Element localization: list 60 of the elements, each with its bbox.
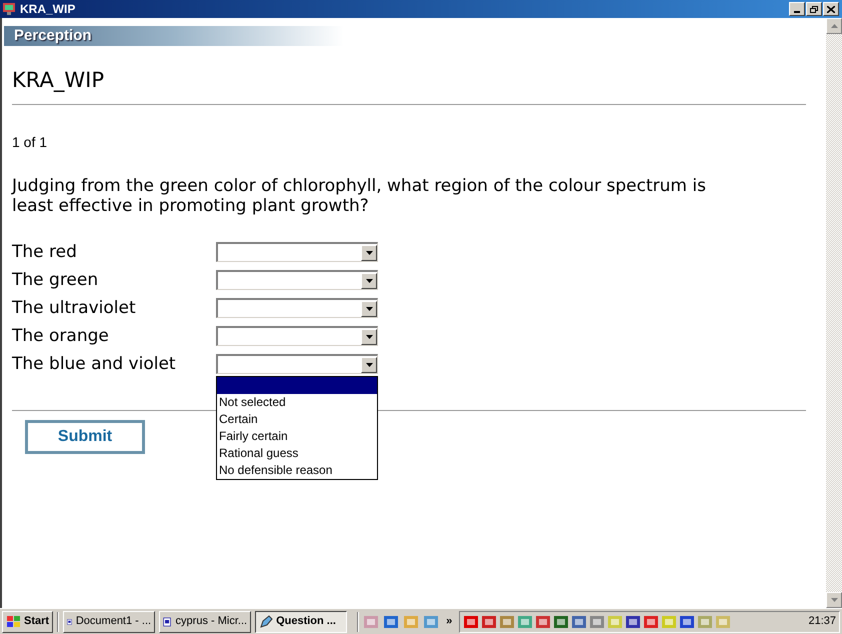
close-icon [827, 6, 835, 12]
dropdown-button[interactable] [361, 244, 377, 260]
tray-icon[interactable] [481, 614, 498, 630]
up-arrow-icon [830, 24, 838, 28]
tray-icon[interactable] [643, 614, 660, 630]
windows-logo-icon [6, 614, 22, 628]
answer-dropdown[interactable] [216, 242, 378, 262]
dropdown-option[interactable]: Fairly certain [217, 428, 377, 445]
dropdown-option[interactable]: Rational guess [217, 445, 377, 462]
minimize-button[interactable] [789, 2, 805, 16]
start-button[interactable]: Start [2, 610, 54, 632]
taskbar-button[interactable]: Document1 - ... [63, 610, 156, 632]
document-icon [163, 614, 173, 628]
page-heading: KRA_WIP [12, 67, 105, 94]
answer-label: The ultraviolet [12, 298, 137, 318]
answer-label: The red [12, 242, 78, 262]
question-text: Judging from the green color of chlorophyll, what region of the colour spectrum is least effective in promoting plant growth? [12, 176, 707, 216]
answer-dropdown[interactable] [216, 354, 378, 374]
taskbar-button[interactable]: Question ... [255, 610, 348, 632]
banner-title: Perception [14, 26, 92, 46]
tray-icon[interactable] [571, 614, 588, 630]
question-counter: 1 of 1 [12, 133, 48, 151]
answer-label: The green [12, 270, 100, 290]
clock: 21:37 [808, 614, 836, 630]
window-title: KRA_WIP [20, 1, 76, 18]
tray-icon[interactable] [535, 614, 552, 630]
dropdown-button[interactable] [361, 300, 377, 316]
tray-icon[interactable] [463, 614, 480, 630]
scroll-down-button[interactable] [826, 592, 842, 608]
down-arrow-icon [830, 598, 838, 602]
answer-dropdown[interactable] [216, 298, 378, 318]
dropdown-button[interactable] [361, 356, 377, 372]
restore-icon [810, 6, 818, 12]
dropdown-option[interactable]: Certain [217, 411, 377, 428]
overflow-chevron[interactable]: » [446, 613, 452, 630]
caret-icon [366, 362, 372, 366]
caret-icon [366, 250, 372, 254]
close-button[interactable] [823, 2, 839, 16]
dropdown-button[interactable] [361, 328, 377, 344]
caret-icon [366, 306, 372, 310]
pencil-icon [259, 614, 274, 628]
dropdown-option[interactable]: Not selected [217, 394, 377, 411]
tray-icon[interactable] [625, 614, 642, 630]
answer-dropdown[interactable] [216, 326, 378, 346]
caret-icon [366, 334, 372, 338]
dropdown-option[interactable]: No defensible reason [217, 462, 377, 479]
restore-button[interactable] [806, 2, 822, 16]
scroll-up-button[interactable] [826, 18, 842, 34]
caret-icon [366, 278, 372, 282]
taskbar-button[interactable]: cyprus - Micr... [159, 610, 252, 632]
tray-icon[interactable] [553, 614, 570, 630]
answer-label: The orange [12, 326, 110, 346]
submit-button[interactable]: Submit [25, 420, 145, 454]
tray-icon[interactable] [383, 614, 400, 630]
scrollbar[interactable] [826, 18, 842, 608]
dropdown-button[interactable] [361, 272, 377, 288]
answer-label: The blue and violet [12, 354, 177, 374]
answer-dropdown[interactable] [216, 270, 378, 290]
tray-icon[interactable] [679, 614, 696, 630]
app-icon [2, 2, 16, 16]
